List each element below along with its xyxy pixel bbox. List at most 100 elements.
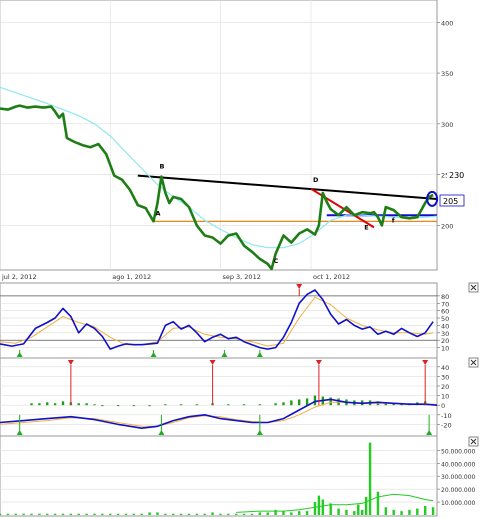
volume-bar (317, 495, 321, 515)
macd-y-tick-label: 20 (441, 383, 449, 391)
volume-y-tick-label: 20.000.000 (441, 487, 476, 494)
volume-bar (38, 513, 41, 515)
volume-bar (132, 513, 136, 515)
point-label-D: D (313, 176, 319, 184)
volume-bar (408, 509, 411, 515)
volume-close-button[interactable] (468, 436, 479, 447)
volume-bar (364, 496, 368, 515)
volume-bar (266, 512, 269, 515)
macd-panel: 4030 20 100 -10-20 (0, 357, 452, 437)
oscillator-y-axis: 8070605040302010 (437, 293, 449, 353)
volume-bar (164, 513, 167, 515)
volume-bar (109, 513, 112, 515)
macd-histogram-bar (61, 401, 65, 406)
volume-bar (203, 513, 206, 515)
macd-histogram-bar (38, 403, 41, 406)
point-label-B: B (159, 163, 164, 171)
price-y-tick-label: 400 (441, 19, 453, 27)
volume-bar (321, 499, 325, 515)
volume-bar (211, 512, 214, 515)
volume-bar (219, 513, 222, 515)
point-label-A: A (156, 209, 161, 217)
price-y-tick-label: 350 (441, 70, 453, 78)
point-label-C: C (274, 257, 279, 265)
volume-bar (93, 513, 96, 515)
volume-panel: 50.000.000 40.000.000 30.000.000 20.000.000… (0, 435, 476, 517)
volume-bar (416, 508, 419, 515)
macd-histogram-bar (179, 404, 183, 406)
volume-bar (431, 507, 435, 515)
macd-histogram-bar (227, 404, 230, 406)
volume-bar (258, 512, 262, 515)
point-label-E: E (364, 224, 368, 232)
price-label-205: 205 (443, 197, 458, 206)
macd-y-tick-label: 0 (441, 402, 445, 410)
volume-bar (69, 513, 73, 515)
volume-bar (101, 513, 104, 515)
price-label-230: 230 (449, 171, 464, 180)
macd-histogram-bar (242, 404, 246, 406)
macd-histogram-bar (93, 404, 96, 406)
stock-chart: 400350300250200 jul 2, 2012ago 1, 2012se… (0, 0, 479, 517)
macd-y-tick-label: 40 (441, 364, 449, 372)
volume-bar (14, 513, 17, 515)
macd-histogram-bar (116, 405, 120, 407)
volume-y-tick-label: 30.000.000 (441, 474, 476, 481)
volume-bar (392, 509, 395, 515)
macd-y-axis: 4030 20 100 -10-20 (437, 364, 452, 429)
volume-bar (305, 511, 309, 515)
price-x-tick-label: jul 2, 2012 (1, 273, 37, 281)
volume-bar (242, 513, 246, 515)
macd-histogram-bar (132, 405, 136, 407)
volume-bar (0, 513, 2, 515)
volume-bar (156, 512, 159, 515)
volume-bar (282, 511, 285, 515)
volume-bar (423, 505, 427, 515)
volume-bar (22, 513, 25, 515)
volume-bar (384, 507, 388, 515)
volume-bar (85, 513, 88, 515)
macd-histogram-bar (258, 404, 262, 406)
volume-bar (400, 511, 403, 515)
volume-bar (46, 513, 49, 515)
macd-close-button[interactable] (468, 357, 479, 368)
point-label-f: f (392, 216, 395, 224)
volume-bar (368, 442, 372, 515)
volume-bar (345, 509, 348, 515)
volume-bar (53, 513, 57, 515)
macd-y-tick-label: 10 (441, 393, 449, 401)
oscillator-y-tick-label: 10 (441, 345, 449, 353)
macd-y-tick-label: 30 (441, 373, 449, 381)
oscillator-close-button[interactable] (468, 282, 479, 293)
macd-y-tick-label: -20 (441, 421, 452, 429)
macd-histogram-bar (274, 403, 277, 406)
macd-histogram-bar (53, 403, 57, 406)
volume-bar (77, 513, 80, 515)
price-panel: 400350300250200 jul 2, 2012ago 1, 2012se… (0, 0, 477, 281)
volume-bar (6, 513, 10, 515)
volume-bar (376, 491, 380, 515)
macd-histogram-bar (195, 404, 199, 406)
price-x-axis: jul 2, 2012 ago 1, 2012 sep 3, 2012 oct 1, … (1, 273, 350, 281)
volume-bar (360, 509, 364, 515)
volume-bar (148, 512, 151, 515)
volume-y-tick-label: 10.000.000 (441, 500, 476, 507)
volume-bar (187, 513, 191, 515)
oscillator-panel: 8070605040302010 (0, 282, 449, 359)
volume-bar (140, 513, 143, 515)
volume-bar (195, 513, 199, 515)
volume-bar (124, 513, 128, 515)
volume-bar (179, 513, 183, 515)
price-y-tick-label: 200 (441, 222, 453, 230)
macd-histogram-bar (77, 403, 80, 406)
oscillator-plot-frame (0, 282, 438, 359)
volume-bar (235, 513, 238, 515)
price-x-tick-label: oct 1, 2012 (313, 273, 350, 281)
macd-histogram-bar (46, 402, 49, 406)
price-y-tick-label: 300 (441, 121, 453, 129)
volume-bar (250, 513, 254, 515)
volume-y-tick-label: 40.000.000 (441, 461, 476, 468)
volume-bar (298, 511, 301, 515)
volume-bar (30, 513, 33, 515)
macd-histogram-bar (305, 398, 309, 406)
